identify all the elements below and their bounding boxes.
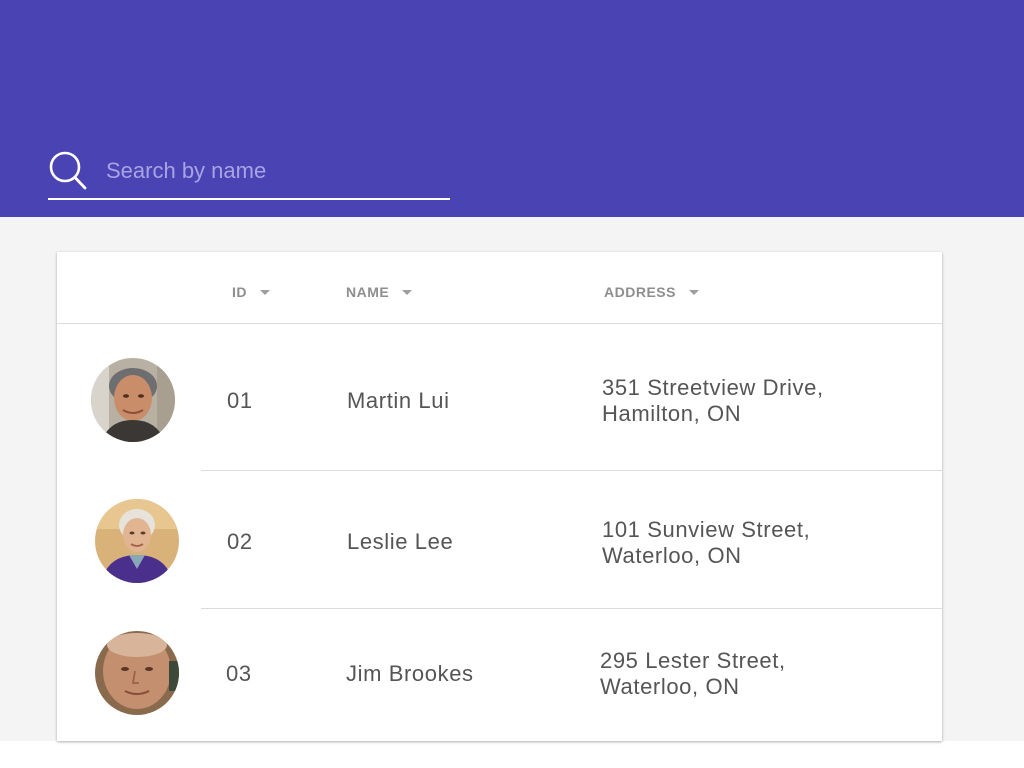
table-row[interactable]: 02 Leslie Lee 101 Sunview Street, Waterl… [57,471,942,608]
cell-id: 02 [227,529,253,554]
cell-name: Leslie Lee [347,529,454,554]
table-row[interactable]: 03 Jim Brookes 295 Lester Street, Waterl… [57,609,942,741]
search-bar[interactable] [48,148,450,200]
column-header-name[interactable]: NAME [346,284,413,300]
cell-name: Martin Lui [347,388,450,413]
caret-down-icon [688,289,699,295]
table-header: ID NAME ADDRESS [57,252,942,324]
cell-address: 101 Sunview Street, Waterloo, ON [602,517,810,569]
address-line-1: 351 Streetview Drive, [602,375,824,400]
avatar-photo [95,631,179,715]
address-line-2: Waterloo, ON [600,674,740,699]
address-line-1: 101 Sunview Street, [602,517,811,542]
avatar-photo [91,358,175,442]
column-header-id[interactable]: ID [232,284,270,300]
cell-id: 03 [226,661,252,686]
column-header-address[interactable]: ADDRESS [604,284,699,300]
caret-down-icon [260,289,270,295]
cell-address: 295 Lester Street, Waterloo, ON [600,648,786,700]
avatar-photo [95,499,179,583]
address-line-2: Waterloo, ON [602,543,742,568]
header-bar [0,0,1024,217]
address-line-2: Hamilton, ON [602,401,742,426]
column-header-name-label: NAME [346,284,390,300]
caret-down-icon [402,289,413,295]
page-bottom [0,741,1024,768]
contacts-table-card: ID NAME ADDRESS 01 Martin Lui 351 Street… [57,252,942,741]
cell-name: Jim Brookes [346,661,474,686]
cell-id: 01 [227,388,253,413]
column-header-address-label: ADDRESS [604,284,676,300]
table-row[interactable]: 01 Martin Lui 351 Streetview Drive, Hami… [57,325,942,470]
avatar [95,631,179,715]
address-line-1: 295 Lester Street, [600,648,786,673]
search-icon[interactable] [48,150,88,190]
avatar [91,358,175,442]
column-header-id-label: ID [232,284,247,300]
search-input[interactable] [106,156,436,186]
app-root: ID NAME ADDRESS [0,0,1024,768]
avatar [95,499,179,583]
cell-address: 351 Streetview Drive, Hamilton, ON [602,375,824,427]
